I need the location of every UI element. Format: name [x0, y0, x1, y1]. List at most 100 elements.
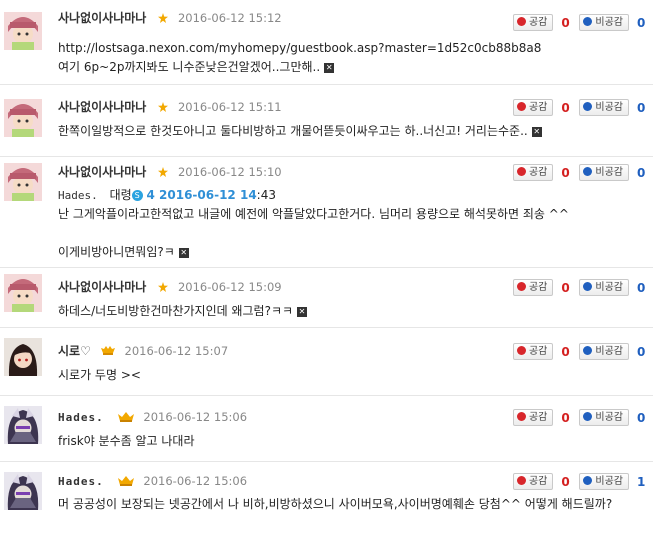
author-name[interactable]: 시로♡	[58, 344, 91, 358]
dislike-count: 0	[637, 280, 646, 295]
avatar[interactable]	[4, 338, 42, 376]
comment-date: 2016-06-12 15:06	[143, 410, 248, 424]
like-count: 0	[561, 344, 570, 359]
like-button[interactable]: 공감	[512, 343, 554, 360]
author-name[interactable]: 사나없이사나마나	[58, 280, 146, 294]
skype-icon: S	[131, 190, 143, 201]
comment-link[interactable]: http://lostsaga.nexon.com/myhomepy/guest…	[58, 39, 541, 58]
reply-to-name[interactable]: Hades.	[58, 189, 98, 202]
comment-text: 난 그게악플이라고한적없고 내글에 예전에 악플달았다고한거다. 님머리 용량으…	[58, 207, 569, 221]
like-count: 0	[561, 165, 570, 180]
dislike-button[interactable]: 비공감	[579, 473, 629, 490]
rank-star-icon	[158, 165, 169, 181]
rank-star-icon	[158, 11, 169, 27]
like-face-icon	[516, 345, 526, 355]
avatar[interactable]	[4, 99, 42, 137]
dislike-face-icon	[583, 101, 593, 111]
avatar[interactable]	[4, 163, 42, 201]
comment-body: Hades. 대령 S 4 2016-06-12 14:43 난 그게악플이라고한…	[58, 186, 569, 262]
author-name[interactable]: 사나없이사나마나	[58, 165, 146, 179]
dislike-button[interactable]: 비공감	[579, 279, 629, 296]
comment-date: 2016-06-12 15:09	[177, 280, 282, 294]
comment-text: 하데스/너도비방한건마찬가지인데 왜그럼?ㅋㅋ	[58, 304, 294, 318]
like-count: 0	[561, 410, 570, 425]
comment-date: 2016-06-12 15:07	[124, 344, 229, 358]
comment-text: 시로가 두명 ><	[58, 368, 141, 382]
rank-crown-icon	[117, 474, 134, 490]
comment-item: 사나없이사나마나 2016-06-12 15:10 공감 0 비공감 0 Hades.…	[0, 157, 653, 268]
like-button[interactable]: 공감	[512, 164, 554, 181]
report-x-icon[interactable]: ✕	[178, 247, 189, 258]
like-button[interactable]: 공감	[512, 99, 554, 116]
dislike-face-icon	[583, 16, 593, 26]
vote-group: 공감 0 비공감 1	[512, 473, 646, 491]
comment-body: 하데스/너도비방한건마찬가지인데 왜그럼?ㅋㅋ ✕	[58, 302, 308, 321]
dislike-button[interactable]: 비공감	[579, 164, 629, 181]
vote-group: 공감 0 비공감 0	[512, 343, 646, 361]
comment-body: 한쪽이일방적으로 한것도아니고 둘다비방하고 개물어뜯듯이싸우고는 하..너신고…	[58, 122, 542, 141]
vote-group: 공감 0 비공감 0	[512, 409, 646, 427]
comment-item: Hades. 2016-06-12 15:06 공감 0 비공감 1 머 공공성이 보…	[0, 462, 653, 544]
report-x-icon[interactable]: ✕	[324, 62, 335, 73]
comment-item: 사나없이사나마나 2016-06-12 15:09 공감 0 비공감 0 하데스/너도…	[0, 268, 653, 328]
vote-group: 공감 0 비공감 0	[512, 99, 646, 117]
like-count: 0	[561, 280, 570, 295]
reply-ref-date[interactable]: 4 2016-06-12 14	[147, 188, 257, 202]
comment-item: 시로♡ 2016-06-12 15:07 공감 0 비공감 0 시로가 두명 ><	[0, 328, 653, 396]
comment-text: 이게비방아니면뭐임?ㅋ	[58, 245, 175, 259]
dislike-face-icon	[583, 281, 593, 291]
avatar[interactable]	[4, 12, 42, 50]
dislike-count: 0	[637, 344, 646, 359]
rank-wings-icon	[100, 344, 115, 360]
dislike-button[interactable]: 비공감	[579, 14, 629, 31]
like-count: 0	[561, 474, 570, 489]
like-face-icon	[516, 411, 526, 421]
comment-body: http://lostsaga.nexon.com/myhomepy/guest…	[58, 39, 541, 77]
comment-blank-line	[58, 224, 569, 243]
comment-body: 머 공공성이 보장되는 넷공간에서 나 비하,비방하셨으니 사이버모욕,사이버명…	[58, 495, 643, 514]
dislike-count: 0	[637, 410, 646, 425]
comment-item: 사나없이사나마나 2016-06-12 15:12 공감 0 비공감 0 http:/…	[0, 0, 653, 85]
comment-text: 여기 6p~2p까지봐도 니수준낮은건알겠어..그만해..	[58, 60, 321, 74]
dislike-count: 1	[637, 474, 646, 489]
avatar[interactable]	[4, 472, 42, 510]
rank-star-icon	[158, 280, 169, 296]
like-button[interactable]: 공감	[512, 409, 554, 426]
comment-date: 2016-06-12 15:12	[177, 11, 282, 25]
author-name[interactable]: Hades.	[58, 475, 104, 488]
like-button[interactable]: 공감	[512, 473, 554, 490]
author-name[interactable]: 사나없이사나마나	[58, 11, 146, 25]
author-name[interactable]: Hades.	[58, 411, 104, 424]
vote-group: 공감 0 비공감 0	[512, 164, 645, 182]
report-x-icon[interactable]: ✕	[297, 306, 308, 317]
like-button[interactable]: 공감	[512, 14, 554, 31]
rank-crown-icon	[117, 410, 134, 426]
comment-list: 사나없이사나마나 2016-06-12 15:12 공감 0 비공감 0 http:/…	[0, 0, 653, 544]
comment-date: 2016-06-12 15:10	[177, 165, 282, 179]
comment-date: 2016-06-12 15:11	[177, 100, 282, 114]
dislike-button[interactable]: 비공감	[579, 99, 629, 116]
like-count: 0	[561, 15, 570, 30]
reply-ref-time: :43	[256, 188, 276, 202]
vote-group: 공감 0 비공감 0	[512, 279, 646, 297]
dislike-face-icon	[583, 411, 593, 421]
avatar[interactable]	[4, 274, 42, 312]
like-face-icon	[516, 281, 526, 291]
reply-rank: 대령	[109, 188, 132, 202]
dislike-button[interactable]: 비공감	[579, 409, 629, 426]
vote-group: 공감 0 비공감 0	[512, 14, 645, 32]
like-button[interactable]: 공감	[512, 279, 554, 296]
comment-text: 한쪽이일방적으로 한것도아니고 둘다비방하고 개물어뜯듯이싸우고는 하..너신고…	[58, 124, 528, 138]
like-face-icon	[516, 475, 526, 485]
dislike-count: 0	[637, 100, 646, 115]
avatar[interactable]	[4, 406, 42, 444]
comment-text: 머 공공성이 보장되는 넷공간에서 나 비하,비방하셨으니 사이버모욕,사이버명…	[58, 497, 613, 511]
author-name[interactable]: 사나없이사나마나	[58, 100, 146, 114]
report-x-icon[interactable]: ✕	[531, 126, 542, 137]
rank-star-icon	[158, 100, 169, 116]
comment-item: Hades. 2016-06-12 15:06 공감 0 비공감 0 frisk야 분…	[0, 396, 653, 462]
comment-text: frisk야 분수좀 알고 나대라	[58, 434, 195, 448]
comment-item: 사나없이사나마나 2016-06-12 15:11 공감 0 비공감 0 한쪽이일방적…	[0, 85, 653, 157]
dislike-button[interactable]: 비공감	[579, 343, 629, 360]
like-count: 0	[561, 100, 570, 115]
